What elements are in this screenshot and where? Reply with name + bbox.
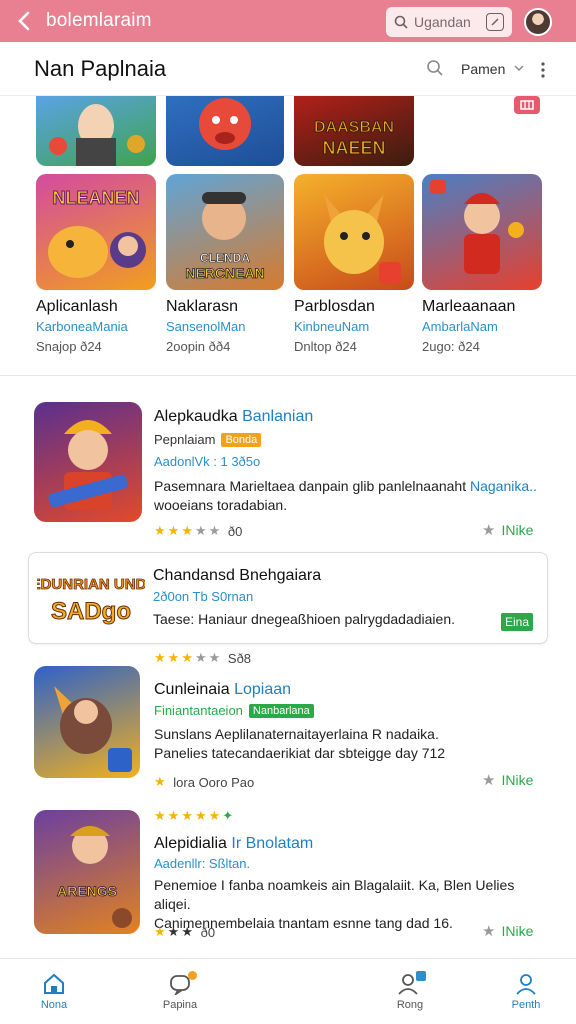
status-badge: Eina (500, 613, 533, 631)
profile-icon (516, 974, 536, 995)
game-tile-art[interactable]: NLEANEN (36, 174, 156, 290)
app-icon[interactable] (34, 666, 140, 778)
game-tile-art[interactable] (36, 96, 156, 166)
app-info: 2ð0on Tb S0rnan (153, 589, 254, 604)
svg-text:SADgo: SADgo (51, 598, 131, 625)
svg-text:ARENGS: ARENGS (57, 883, 117, 899)
app-title[interactable]: Alepidialia Ir Bnolatam (154, 835, 313, 853)
tile-subtitle: AmbarlaNam (422, 319, 498, 334)
edit-icon[interactable] (486, 13, 504, 31)
tile-meta: 2oopin ðð4 (166, 339, 231, 354)
app-title: Chandansd Bnehgaiara (153, 567, 322, 584)
tile-subtitle: KarboneaMania (36, 319, 128, 334)
search-icon (394, 15, 408, 29)
nav-label: Nona (40, 999, 68, 1011)
rating: ★ ★ ★ ★ ★ ð0 (154, 523, 243, 539)
like-button[interactable]: ★ INike (482, 771, 533, 789)
category-badge: Bonda (221, 432, 262, 447)
avatar[interactable] (524, 8, 552, 36)
nav-item-home[interactable]: Nona (14, 959, 94, 1024)
app-logo: DEDUNRIAN UNDIO SADgo (37, 576, 145, 626)
page-title: Nan Paplnaia (34, 55, 167, 81)
svg-text:NAEEN: NAEEN (322, 138, 385, 158)
star-icon: ★ (482, 772, 496, 789)
star-icon: ★ (482, 923, 496, 940)
app-title[interactable]: Cunleinaia Lopiaan (154, 681, 291, 699)
app-title: bolemlaraim (46, 10, 152, 31)
app-description: Sunslans Aeplilanaternaitayerlaina R nad… (154, 726, 446, 761)
tile-meta: 2ugo: ð24 (422, 339, 480, 354)
like-button[interactable]: ★ INike (482, 521, 533, 539)
notification-dot (188, 971, 197, 980)
app-title[interactable]: Alepkaudka Banlanian (154, 408, 313, 426)
top-bar: bolemlaraim Ugandan (0, 0, 576, 42)
developer-line: Pepnlaiam Bonda (154, 432, 262, 447)
svg-text:DEDUNRIAN UNDIO: DEDUNRIAN UNDIO (37, 576, 145, 593)
developer-line: Finiantantaeion Nanbarlana (154, 703, 314, 718)
svg-text:CLENDA: CLENDA (200, 251, 250, 265)
notification-badge (416, 971, 426, 981)
app-info: AadonlVk : 1 3ð5o (154, 454, 261, 469)
app-info: Aadenllr: Sßltan. (154, 856, 251, 871)
app-description: Pasemnara Marieltaea danpain glib panlel… (154, 478, 537, 513)
tile-meta: Snajop ð24 (36, 339, 102, 354)
tile-title: Aplicanlash (36, 298, 118, 315)
more-vertical-icon[interactable] (540, 62, 546, 78)
rating: ★ lora Ooro Pao (154, 774, 255, 790)
bottom-navigation: Nona Papina Rong Penth (0, 958, 576, 1024)
tile-title: Naklarasn (166, 298, 239, 315)
search-placeholder: Ugandan (414, 14, 471, 30)
search-icon[interactable] (426, 59, 444, 77)
svg-text:DAASBAN: DAASBAN (314, 119, 394, 136)
nav-item-rong[interactable]: Rong (370, 959, 450, 1024)
rating: ★ ★ ★ ★ ★ Sð8 (154, 650, 252, 666)
back-arrow-icon (18, 11, 30, 31)
tile-title: Marleaanaan (422, 298, 516, 315)
star-icon: ★ (482, 522, 496, 539)
chevron-down-icon[interactable] (514, 64, 524, 72)
tile-subtitle: SansenolMan (166, 319, 246, 334)
nav-item-papina[interactable]: Papina (140, 959, 220, 1024)
tile-subtitle: KinbneuNam (294, 319, 370, 334)
game-tile-art[interactable]: CLENDA NERCNEAN (166, 174, 284, 290)
app-root: bolemlaraim Ugandan Nan Paplnaia Pamen D… (0, 0, 576, 1024)
featured-card[interactable]: DEDUNRIAN UNDIO SADgo Chandansd Bnehgaia… (28, 552, 548, 644)
category-badge: Nanbarlana (248, 703, 314, 718)
nav-label: Rong (396, 999, 424, 1011)
app-icon[interactable]: ARENGS (34, 810, 140, 934)
menu-label[interactable]: Pamen (461, 61, 505, 77)
tile-meta: Dnltop ð24 (294, 339, 357, 354)
nav-item-penth[interactable]: Penth (486, 959, 566, 1024)
home-icon (44, 973, 64, 994)
game-tile-art[interactable] (166, 96, 284, 166)
section-header: Nan Paplnaia Pamen (0, 42, 576, 96)
back-button[interactable] (8, 0, 40, 42)
like-button[interactable]: ★ INike (482, 922, 533, 940)
nav-label: Papina (162, 999, 198, 1011)
game-tile-art[interactable] (294, 174, 414, 290)
app-description: Taese: Haniaur dnegeaßhioen palrygdadadi… (153, 611, 455, 627)
notification-badge (514, 96, 540, 114)
app-icon[interactable] (34, 402, 142, 522)
section-divider (0, 375, 576, 376)
svg-text:NLEANEN: NLEANEN (52, 188, 139, 208)
game-tile-art[interactable]: DAASBAN NAEEN (294, 96, 414, 166)
rating-stars: ★ ★ ★ ★ ★ ✦ (154, 808, 234, 823)
svg-text:NERCNEAN: NERCNEAN (185, 265, 264, 281)
search-input[interactable]: Ugandan (386, 7, 512, 37)
rating: ★ ★ ★ ð0 (154, 924, 216, 940)
game-tile-art[interactable] (422, 174, 542, 290)
nav-label: Penth (511, 999, 541, 1011)
tile-title: Parblosdan (294, 298, 375, 315)
